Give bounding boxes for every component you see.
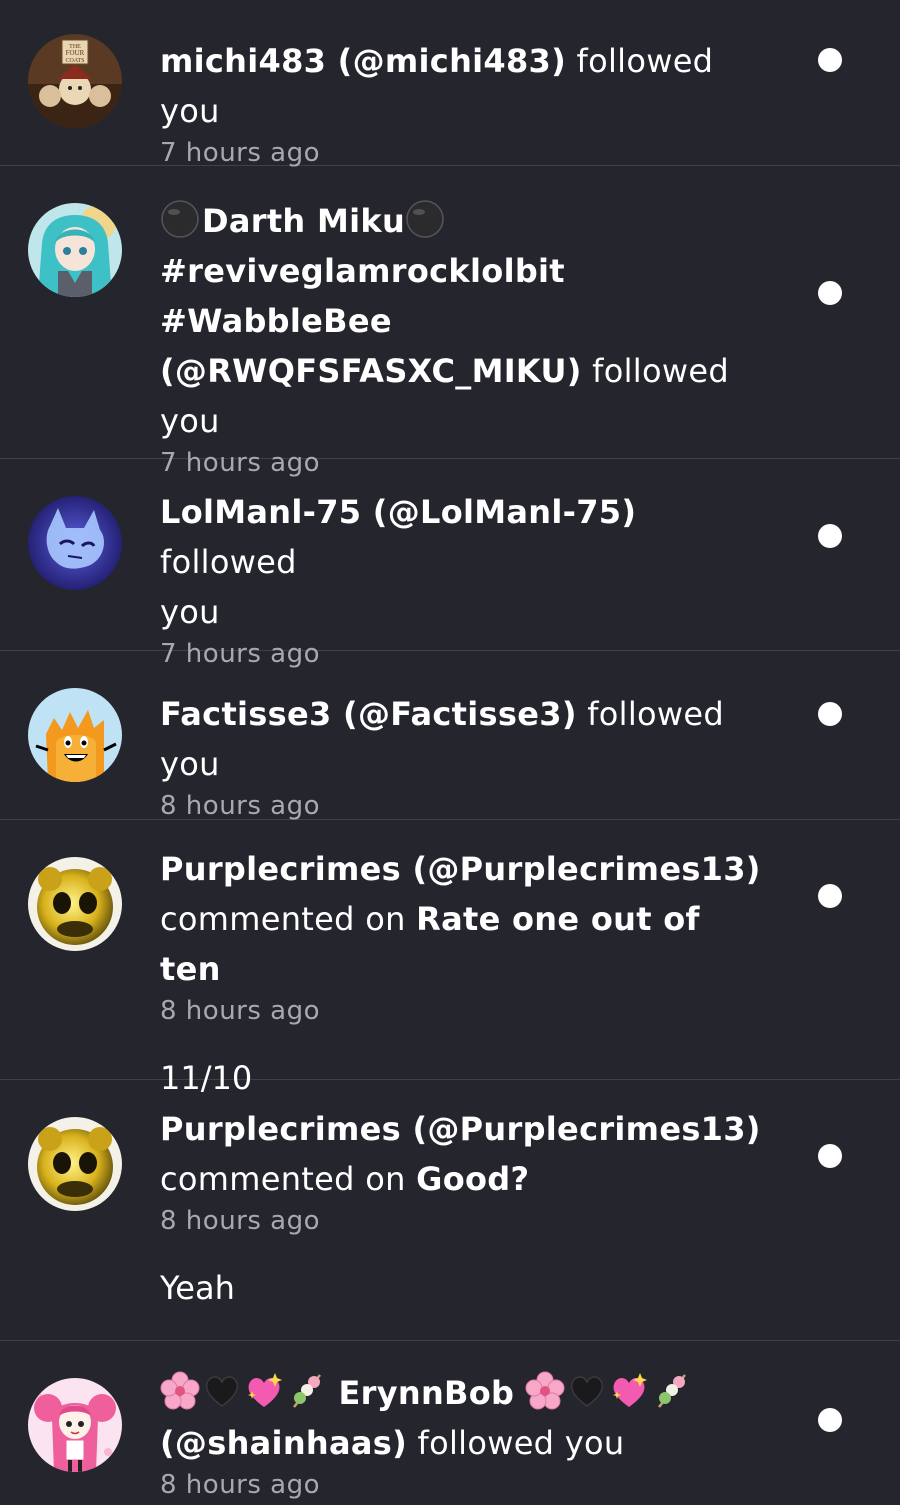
action-text: commented on	[160, 1160, 417, 1198]
pink-anime-girl-avatar	[28, 1378, 122, 1472]
user-avatar[interactable]	[28, 857, 122, 951]
timestamp: 7 hours ago	[160, 138, 321, 168]
user-avatar[interactable]	[28, 1378, 122, 1472]
user-name[interactable]: ErynnBob	[338, 1374, 514, 1412]
action-text-continued: you	[160, 593, 220, 631]
golden-animatronic-avatar	[28, 1117, 122, 1211]
user-avatar[interactable]	[28, 496, 122, 590]
black-circle-emoji	[160, 199, 200, 239]
notification-item[interactable]: ErynnBob (@shainhaas) followed you 8 hou…	[0, 1341, 900, 1505]
unread-dot	[818, 702, 842, 726]
four-coats-avatar: THE FOUR COATS	[28, 34, 122, 128]
unread-dot	[818, 884, 842, 908]
user-name[interactable]: LolManl-75 (@LolManl-75)	[160, 493, 636, 531]
user-name[interactable]: Purplecrimes (@Purplecrimes13)	[160, 850, 761, 888]
unread-dot	[818, 1408, 842, 1432]
user-avatar[interactable]	[28, 1117, 122, 1211]
golden-animatronic-avatar	[28, 857, 122, 951]
dango-emoji	[286, 1371, 326, 1411]
notification-item[interactable]: THE FOUR COATS michi483 (@michi483) foll…	[0, 0, 900, 168]
comment-text: Yeah	[160, 1269, 235, 1307]
user-name[interactable]: Purplecrimes (@Purplecrimes13)	[160, 1110, 761, 1148]
user-name-hashtags[interactable]: #reviveglamrocklolbit #WabbleBee	[160, 252, 565, 340]
timestamp: 8 hours ago	[160, 791, 321, 821]
action-text: commented on	[160, 900, 417, 938]
black-heart-emoji	[202, 1371, 242, 1411]
post-title-link[interactable]: Good?	[416, 1160, 529, 1198]
unread-dot	[818, 524, 842, 548]
dango-emoji	[651, 1371, 691, 1411]
action-text: followed you	[407, 1424, 625, 1462]
unread-dot	[818, 48, 842, 72]
user-avatar[interactable]	[28, 688, 122, 782]
notification-item[interactable]: Purplecrimes (@Purplecrimes13) commented…	[0, 820, 900, 1097]
action-text: followed	[160, 543, 297, 581]
black-heart-emoji	[567, 1371, 607, 1411]
blue-cat-avatar	[28, 496, 122, 590]
user-avatar[interactable]	[28, 203, 122, 297]
sparkling-heart-emoji	[244, 1371, 284, 1411]
user-name[interactable]: Factisse3 (@Factisse3)	[160, 695, 577, 733]
user-name[interactable]: michi483 (@michi483)	[160, 42, 566, 80]
black-circle-emoji	[405, 199, 445, 239]
notification-item[interactable]: Purplecrimes (@Purplecrimes13) commented…	[0, 1080, 900, 1341]
unread-dot	[818, 281, 842, 305]
action-text: followed	[581, 352, 729, 390]
user-handle[interactable]: (@shainhaas)	[160, 1424, 407, 1462]
notification-item[interactable]: Darth Miku #reviveglamrocklolbit #Wabble…	[0, 166, 900, 478]
cherry-blossom-emoji	[525, 1371, 565, 1411]
timestamp: 8 hours ago	[160, 996, 321, 1026]
notification-item[interactable]: Factisse3 (@Factisse3) followed you 8 ho…	[0, 651, 900, 821]
cherry-blossom-emoji	[160, 1371, 200, 1411]
timestamp: 8 hours ago	[160, 1206, 321, 1236]
user-avatar[interactable]: THE FOUR COATS	[28, 34, 122, 128]
sparkling-heart-emoji	[609, 1371, 649, 1411]
notification-list: THE FOUR COATS michi483 (@michi483) foll…	[0, 0, 900, 1505]
user-name[interactable]: Darth Miku	[202, 202, 405, 240]
unread-dot	[818, 1144, 842, 1168]
svg-text:COATS: COATS	[65, 58, 84, 64]
miku-avatar	[28, 203, 122, 297]
svg-text:FOUR: FOUR	[66, 49, 85, 57]
timestamp: 8 hours ago	[160, 1470, 321, 1500]
action-text-continued: you	[160, 402, 220, 440]
notification-item[interactable]: LolManl-75 (@LolManl-75) followed you 7 …	[0, 459, 900, 669]
user-handle[interactable]: (@RWQFSFASXC_MIKU)	[160, 352, 582, 390]
firey-avatar	[28, 688, 122, 782]
